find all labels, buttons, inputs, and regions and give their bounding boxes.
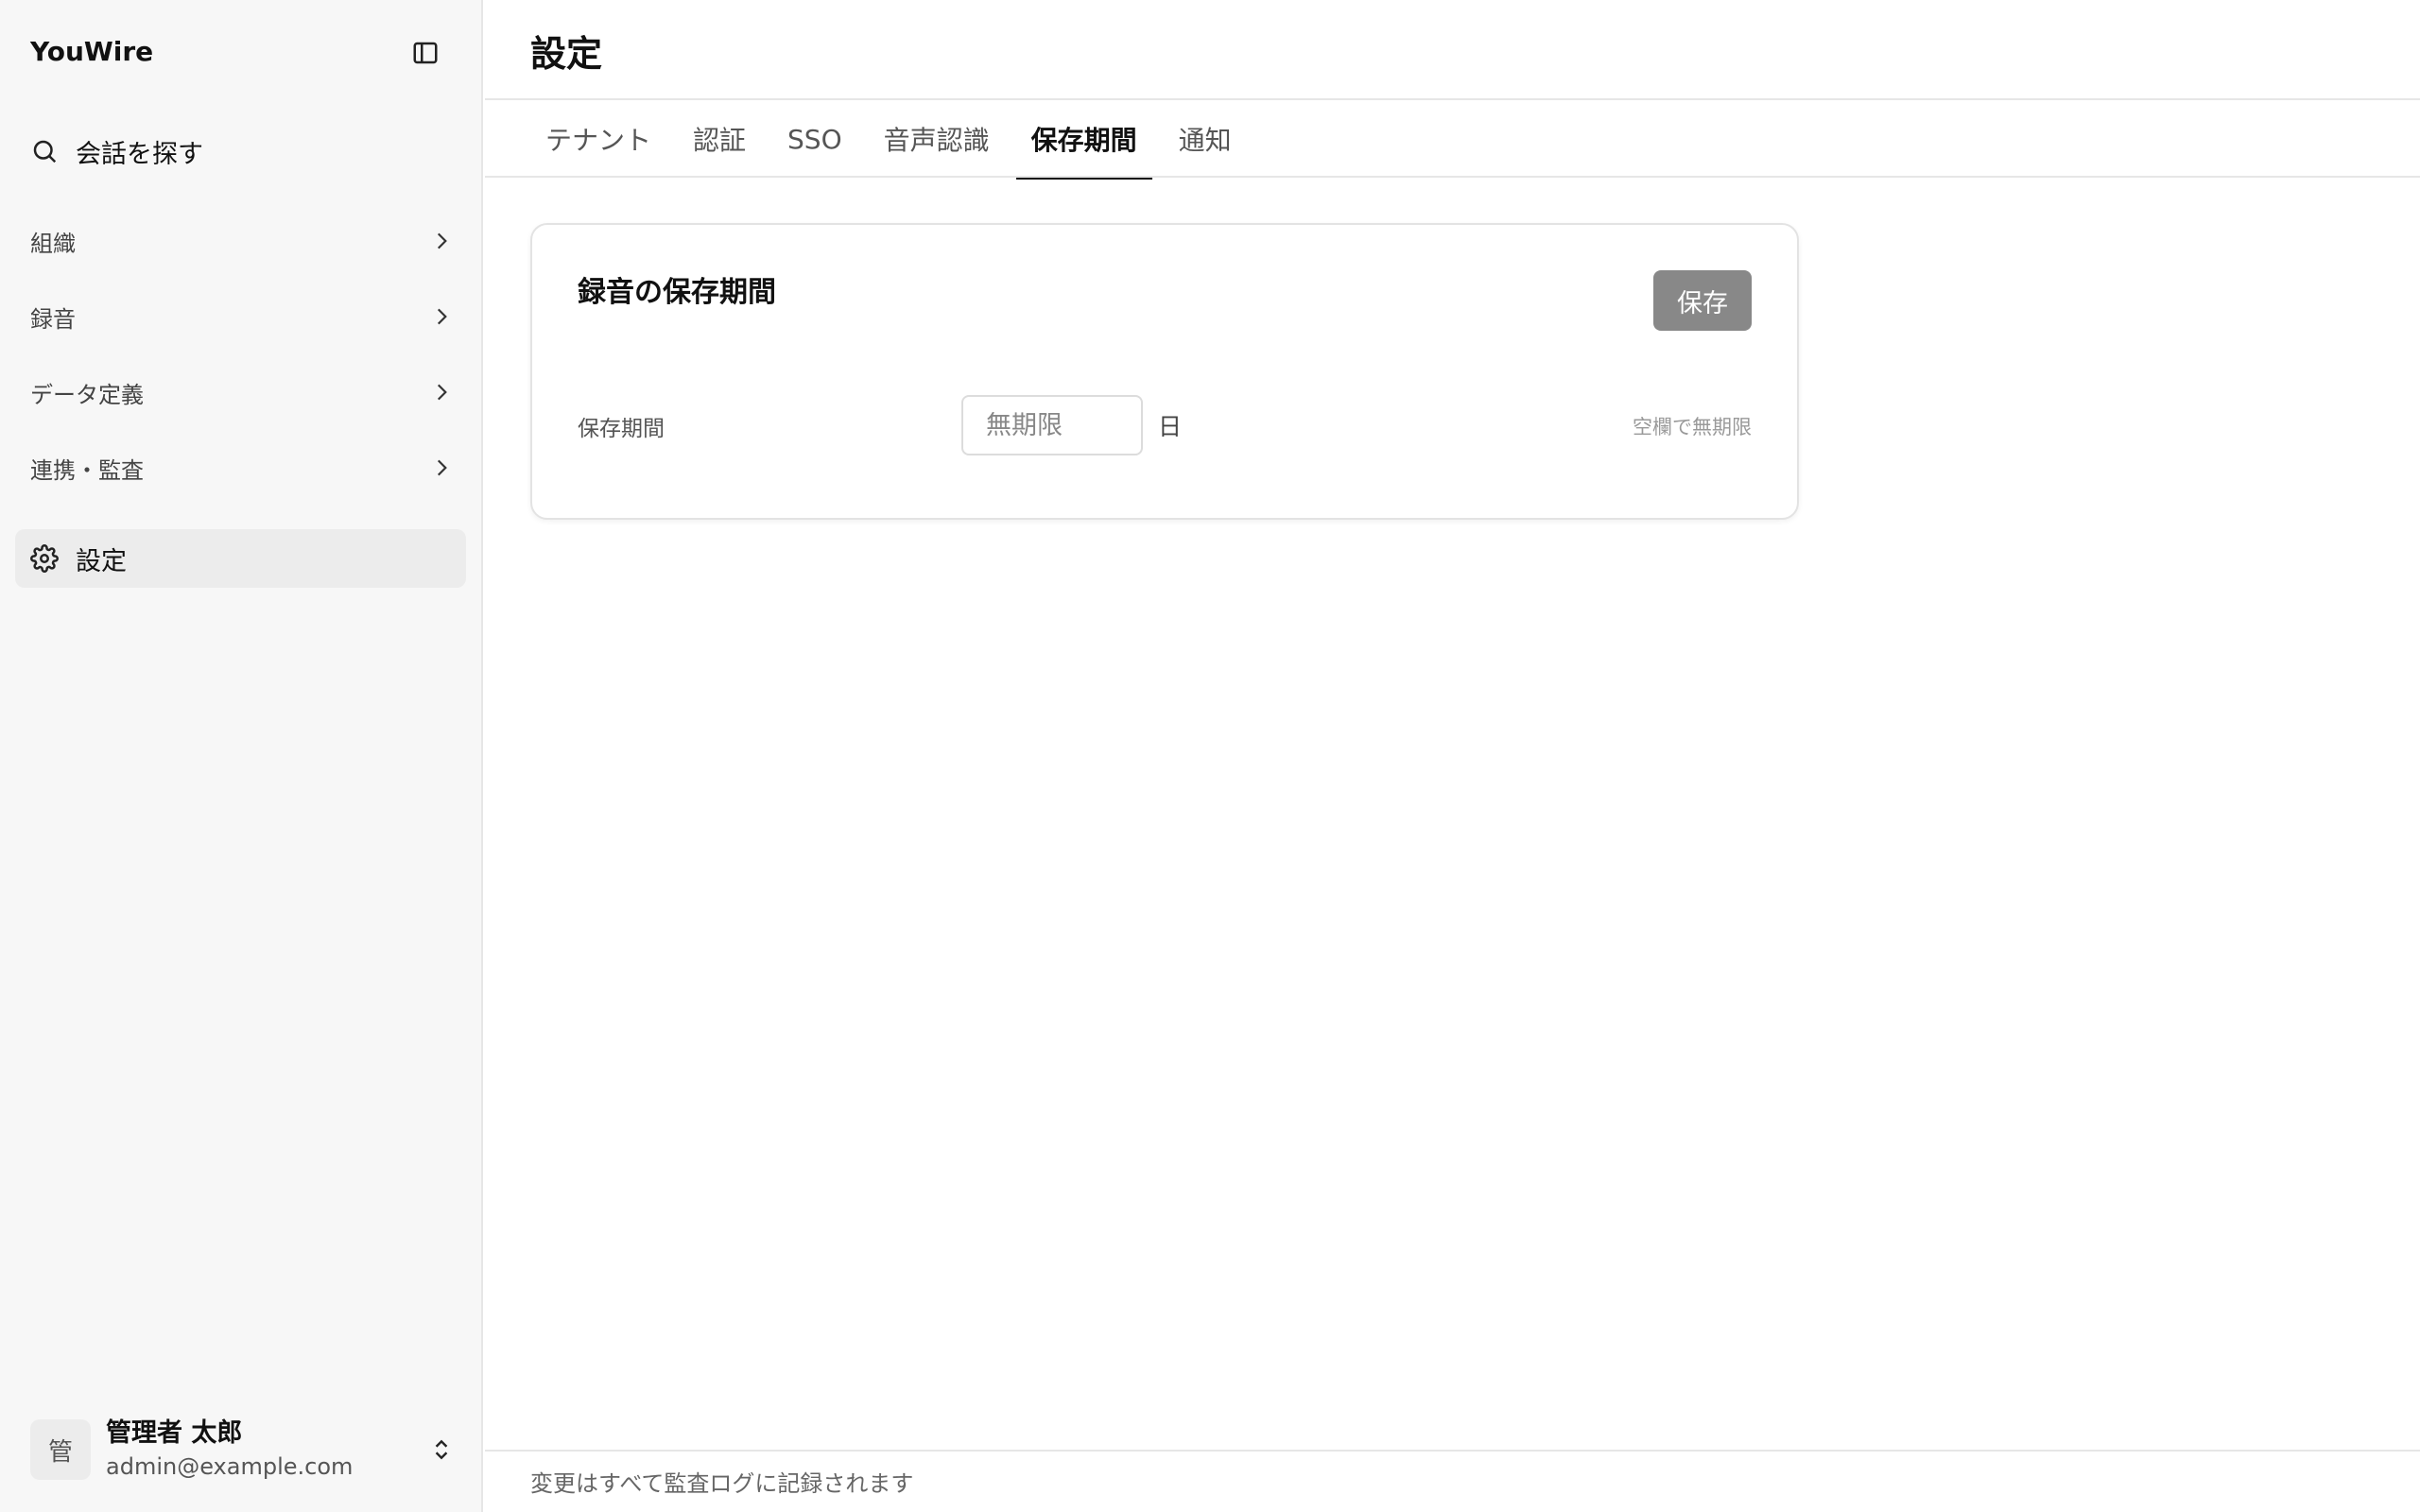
unit-label: 日 bbox=[1158, 413, 1183, 440]
footer-note: 変更はすべて監査ログに記録されます bbox=[530, 1470, 914, 1497]
sidebar-item-label: 録音 bbox=[30, 305, 76, 333]
page-title: 設定 bbox=[530, 33, 603, 75]
sidebar-item-integration-audit[interactable]: 連携・監査 bbox=[30, 443, 454, 492]
tab-notifications[interactable]: 通知 bbox=[1164, 100, 1247, 178]
tab-tenant[interactable]: テナント bbox=[530, 100, 666, 178]
search-icon bbox=[33, 140, 57, 163]
sidebar-item-label: 連携・監査 bbox=[30, 456, 144, 484]
retention-card: 録音の保存期間 保存 保存期間 日 空欄で無期限 bbox=[530, 223, 1799, 520]
search-conversations-button[interactable]: 会話を探す bbox=[30, 130, 446, 172]
sidebar-item-label: データ定義 bbox=[30, 381, 144, 408]
tab-authentication[interactable]: 認証 bbox=[678, 100, 761, 178]
save-button[interactable]: 保存 bbox=[1653, 270, 1752, 331]
tab-speech-recognition[interactable]: 音声認識 bbox=[869, 100, 1005, 178]
footer-divider bbox=[485, 1450, 2420, 1452]
app-root: YouWire 会話を探す 組織 録音 データ定義 連携・監査 設定 管 管理者… bbox=[0, 0, 2420, 1512]
gear-icon bbox=[30, 544, 59, 573]
sidebar-toggle-icon bbox=[413, 42, 438, 64]
retention-field-label: 保存期間 bbox=[578, 417, 665, 441]
main-content: 設定 テナント 認証 SSO 音声認識 保存期間 通知 録音の保存期間 保存 保… bbox=[485, 0, 2420, 1512]
field-hint: 空欄で無期限 bbox=[1633, 416, 1752, 438]
tab-retention[interactable]: 保存期間 bbox=[1015, 100, 1152, 180]
chevron-right-icon bbox=[437, 308, 447, 325]
tabs-divider bbox=[485, 176, 2420, 178]
retention-days-input[interactable] bbox=[961, 395, 1143, 455]
user-name: 管理者 太郎 bbox=[106, 1418, 243, 1448]
chevron-up-down-icon bbox=[435, 1439, 448, 1460]
chevron-right-icon bbox=[437, 232, 447, 249]
avatar: 管 bbox=[30, 1419, 91, 1480]
settings-label: 設定 bbox=[76, 546, 127, 576]
sidebar-item-label: 組織 bbox=[30, 230, 76, 257]
chevron-right-icon bbox=[437, 384, 447, 401]
card-title: 録音の保存期間 bbox=[578, 276, 776, 309]
user-menu[interactable]: 管 管理者 太郎 admin@example.com bbox=[30, 1418, 454, 1482]
user-email: admin@example.com bbox=[106, 1453, 354, 1480]
chevron-right-icon bbox=[437, 459, 447, 476]
user-info: 管理者 太郎 admin@example.com bbox=[106, 1417, 429, 1483]
sidebar-item-data-definition[interactable]: データ定義 bbox=[30, 368, 454, 417]
sidebar-toggle-button[interactable] bbox=[405, 34, 446, 72]
sidebar: YouWire 会話を探す 組織 録音 データ定義 連携・監査 設定 管 管理者… bbox=[0, 0, 483, 1512]
sidebar-item-organization[interactable]: 組織 bbox=[30, 216, 454, 266]
tab-sso[interactable]: SSO bbox=[772, 100, 857, 178]
sidebar-item-recordings[interactable]: 録音 bbox=[30, 292, 454, 341]
brand-logo: YouWire bbox=[30, 36, 154, 67]
settings-tabs: テナント 認証 SSO 音声認識 保存期間 通知 bbox=[530, 100, 1258, 180]
search-label: 会話を探す bbox=[76, 139, 203, 169]
sidebar-item-settings[interactable]: 設定 bbox=[15, 529, 466, 588]
